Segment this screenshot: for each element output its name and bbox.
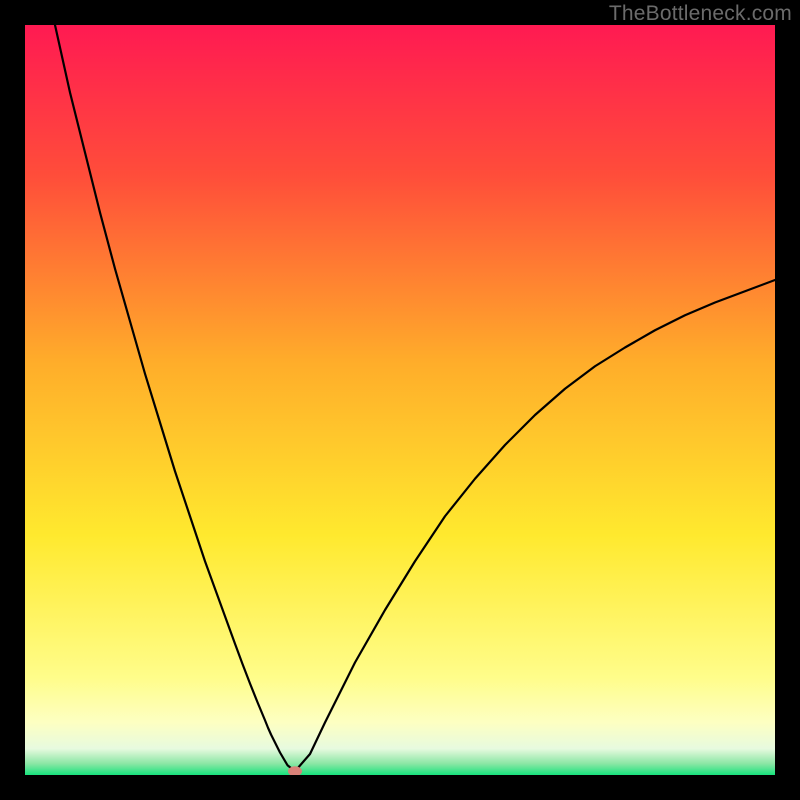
gradient-background [25,25,775,775]
watermark-text: TheBottleneck.com [609,2,792,26]
chart-frame: TheBottleneck.com [0,0,800,800]
bottleneck-chart [25,25,775,775]
